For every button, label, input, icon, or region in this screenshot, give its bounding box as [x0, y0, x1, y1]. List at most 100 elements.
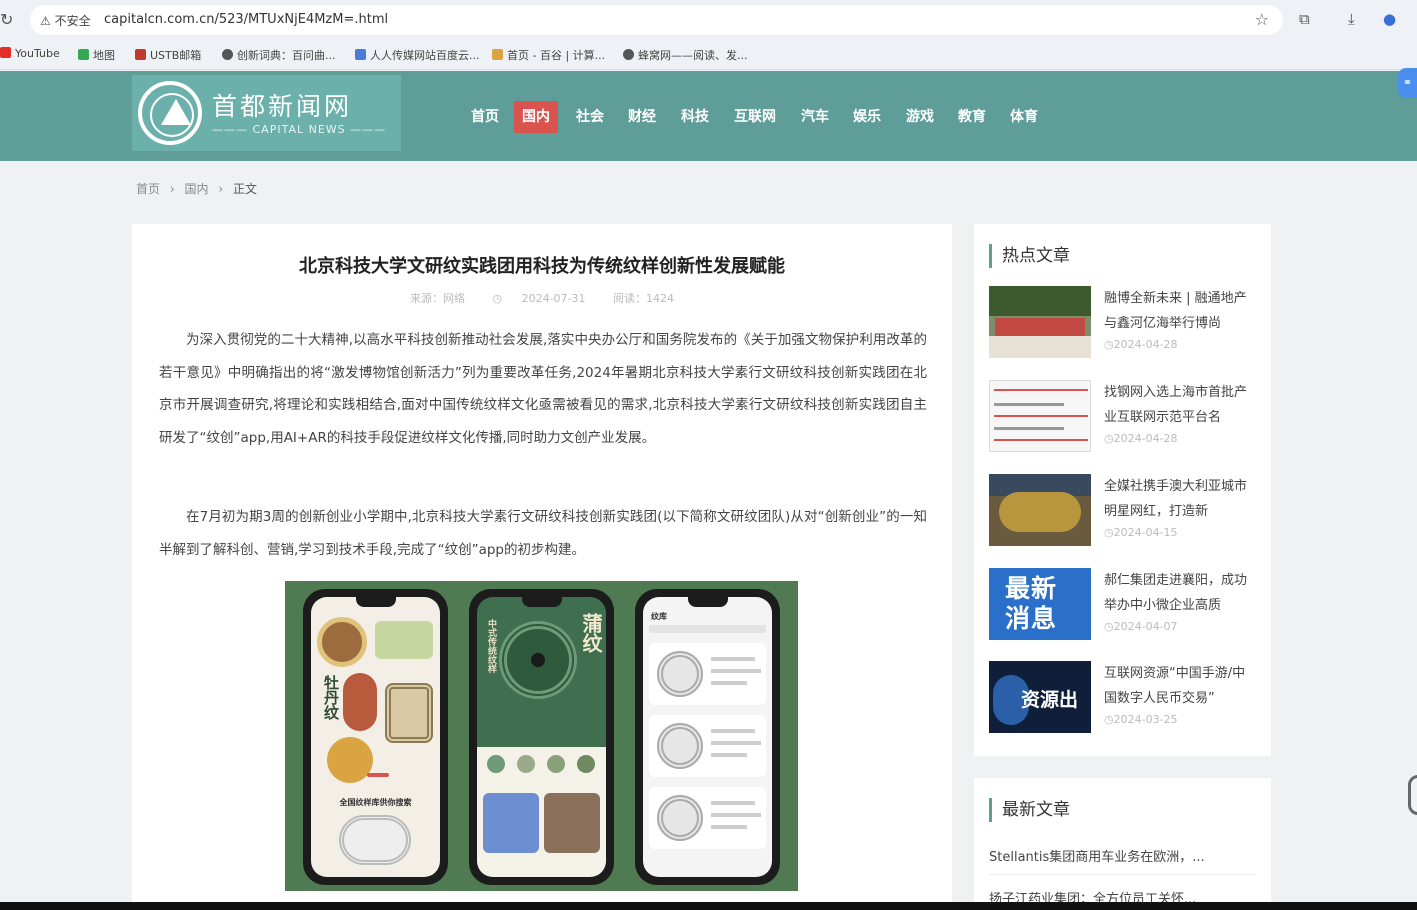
- hot-article-item[interactable]: 最新消息 郝仁集团走进襄阳，成功举办中小微企业高质 ◷2024-04-07: [989, 568, 1259, 643]
- hot-article-item[interactable]: 找钢网入选上海市首批产业互联网示范平台名 ◷2024-04-28: [989, 380, 1259, 455]
- tab-strip: [649, 625, 766, 633]
- library-card[interactable]: [649, 715, 766, 777]
- hot-article-thumb: 资源出: [989, 661, 1091, 733]
- thumb-caption: 资源出: [1021, 689, 1079, 711]
- bookmark-youtube[interactable]: YouTube: [0, 47, 60, 60]
- person-icon: [492, 49, 503, 60]
- phone1-caption: 全国纹样库供你搜索: [339, 798, 412, 807]
- article-image-app-screens: 牡丹纹 全国纹样库供你搜索 蒲纹 中式传统纹样 纹库: [285, 581, 798, 891]
- breadcrumb-current: 正文: [232, 182, 257, 196]
- pattern-library-icon: [339, 815, 411, 865]
- phone-mockup-2: 蒲纹 中式传统纹样: [469, 589, 614, 885]
- profile-icon[interactable]: ●: [1383, 10, 1396, 28]
- library-header: 纹库: [651, 612, 667, 621]
- warning-icon: ⚠: [40, 14, 51, 28]
- pattern-medallion-icon: [317, 617, 367, 667]
- nav-tech[interactable]: 科技: [673, 101, 717, 133]
- bookmark-cloud[interactable]: 人人传媒网站百度云...: [355, 47, 480, 63]
- hot-article-item[interactable]: 全媒社携手澳大利亚城市明星网红，打造新 ◷2024-04-15: [989, 474, 1259, 549]
- article-card: 北京科技大学文研纹实践团用科技为传统纹样创新性发展赋能 来源：网络 ◷ 2024…: [132, 224, 952, 910]
- latest-article-link[interactable]: Stellantis集团商用车业务在欧洲，...: [989, 846, 1254, 865]
- nav-games[interactable]: 游戏: [898, 101, 942, 133]
- security-indicator[interactable]: ⚠ 不安全: [40, 12, 91, 29]
- nav-finance[interactable]: 财经: [620, 101, 664, 133]
- bookmark-star-icon[interactable]: ☆: [1255, 10, 1269, 29]
- hot-article-thumb: [989, 474, 1091, 546]
- pattern-flower-icon: [327, 737, 373, 783]
- article-paragraph-2: 在7月初为期3周的创新创业小学期中,北京科技大学素行文研纹科技创新实践团(以下简…: [159, 509, 927, 558]
- hot-articles-title: 热点文章: [989, 244, 1070, 268]
- breadcrumb-domestic[interactable]: 国内: [184, 182, 208, 196]
- breadcrumb-separator: ›: [218, 182, 224, 196]
- hot-article-item[interactable]: 融博全新未来 | 融通地产与鑫河亿海举行博尚 ◷2024-04-28: [989, 286, 1259, 361]
- pattern-category: 中式传统纹样: [486, 619, 496, 673]
- pattern-name: 蒲纹: [579, 613, 603, 653]
- hot-article-date: ◷2024-04-07: [1104, 620, 1178, 633]
- clock-icon: ◷: [1104, 338, 1114, 351]
- hot-article-thumb: [989, 380, 1091, 452]
- bookmark-maps[interactable]: 地图: [78, 47, 115, 63]
- breadcrumb-home[interactable]: 首页: [136, 182, 160, 196]
- nav-education[interactable]: 教育: [950, 101, 994, 133]
- nav-auto[interactable]: 汽车: [793, 101, 837, 133]
- hot-article-thumb: [989, 286, 1091, 358]
- category-icon: [577, 755, 595, 773]
- pattern-card-icon: [385, 683, 433, 743]
- floating-widget-icon[interactable]: [1408, 775, 1417, 815]
- mail-icon: [135, 49, 146, 60]
- phone-mockup-3: 纹库: [635, 589, 780, 885]
- hot-article-date: ◷2024-04-28: [1104, 338, 1178, 351]
- hot-article-title[interactable]: 融博全新未来 | 融通地产与鑫河亿海举行博尚: [1104, 286, 1254, 336]
- taskbar-edge: [0, 902, 1417, 910]
- link-share-icon[interactable]: ⚭: [1398, 68, 1417, 98]
- bookmark-baigu[interactable]: 首页 - 百谷 | 计算...: [492, 47, 605, 63]
- library-card[interactable]: [649, 643, 766, 705]
- breadcrumb: 首页 › 国内 › 正文: [136, 180, 263, 197]
- hot-article-title[interactable]: 郝仁集团走进襄阳，成功举办中小微企业高质: [1104, 568, 1254, 618]
- reload-icon[interactable]: ↻: [0, 10, 13, 29]
- globe-icon: [623, 49, 634, 60]
- library-card[interactable]: [649, 787, 766, 849]
- article-date: 2024-07-31: [521, 292, 586, 305]
- youtube-icon: [0, 47, 11, 58]
- hot-article-title[interactable]: 全媒社携手澳大利亚城市明星网红，打造新: [1104, 474, 1254, 524]
- bookmark-fengwo[interactable]: 蜂窝网——阅读、发...: [623, 47, 748, 63]
- hot-articles-panel: 热点文章 融博全新未来 | 融通地产与鑫河亿海举行博尚 ◷2024-04-28 …: [974, 224, 1271, 756]
- pattern-tile-icon: [375, 621, 433, 659]
- bookmark-dictionary[interactable]: 创新词典：百问曲...: [222, 47, 336, 63]
- extensions-icon[interactable]: ⧉: [1299, 10, 1310, 28]
- bookmark-ustb[interactable]: USTB邮箱: [135, 47, 201, 63]
- site-header: 首都新闻网 ——— CAPITAL NEWS ——— 首页 国内 社会 财经 科…: [0, 71, 1417, 161]
- site-logo[interactable]: 首都新闻网 ——— CAPITAL NEWS ———: [132, 75, 401, 151]
- thumb-caption: 最新消息: [1005, 574, 1058, 633]
- article-source: 来源：网络: [409, 292, 465, 305]
- hot-article-date: ◷2024-04-15: [1104, 526, 1178, 539]
- logo-title: 首都新闻网: [212, 92, 353, 121]
- hot-article-thumb: 最新消息: [989, 568, 1091, 640]
- hot-article-item[interactable]: 资源出 互联网资源“中国手游/中国数字人民币交易” ◷2024-03-25: [989, 661, 1259, 736]
- phone-screen-2: 蒲纹 中式传统纹样: [477, 597, 606, 877]
- url-text[interactable]: capitalcn.com.cn/523/MTUxNjE4MzM=.html: [104, 12, 388, 27]
- nav-sports[interactable]: 体育: [1002, 101, 1046, 133]
- pattern-thumb-brown: [544, 793, 600, 853]
- clock-icon: ◷: [1104, 713, 1114, 726]
- nav-society[interactable]: 社会: [568, 101, 612, 133]
- nav-entertainment[interactable]: 娱乐: [845, 101, 889, 133]
- nav-domestic[interactable]: 国内: [514, 101, 558, 133]
- hot-article-date: ◷2024-03-25: [1104, 713, 1178, 726]
- nav-home[interactable]: 首页: [463, 101, 507, 133]
- carousel-dots: [367, 773, 389, 777]
- disc-center: [531, 653, 545, 667]
- article-title: 北京科技大学文研纹实践团用科技为传统纹样创新性发展赋能: [299, 256, 785, 277]
- hot-article-title[interactable]: 互联网资源“中国手游/中国数字人民币交易”: [1104, 661, 1254, 711]
- clock-icon: ◷: [492, 292, 503, 305]
- article-date-wrap: ◷ 2024-07-31: [484, 292, 593, 305]
- nav-internet[interactable]: 互联网: [726, 101, 784, 133]
- pattern-shape-icon: [343, 673, 377, 731]
- latest-articles-title: 最新文章: [989, 798, 1070, 822]
- address-bar[interactable]: ⚠ 不安全 capitalcn.com.cn/523/MTUxNjE4MzM=.…: [30, 5, 1283, 35]
- hot-article-title[interactable]: 找钢网入选上海市首批产业互联网示范平台名: [1104, 380, 1254, 430]
- pattern-label: 牡丹纹: [322, 675, 340, 720]
- download-icon[interactable]: ⤓: [1348, 10, 1355, 28]
- hot-article-date: ◷2024-04-28: [1104, 432, 1178, 445]
